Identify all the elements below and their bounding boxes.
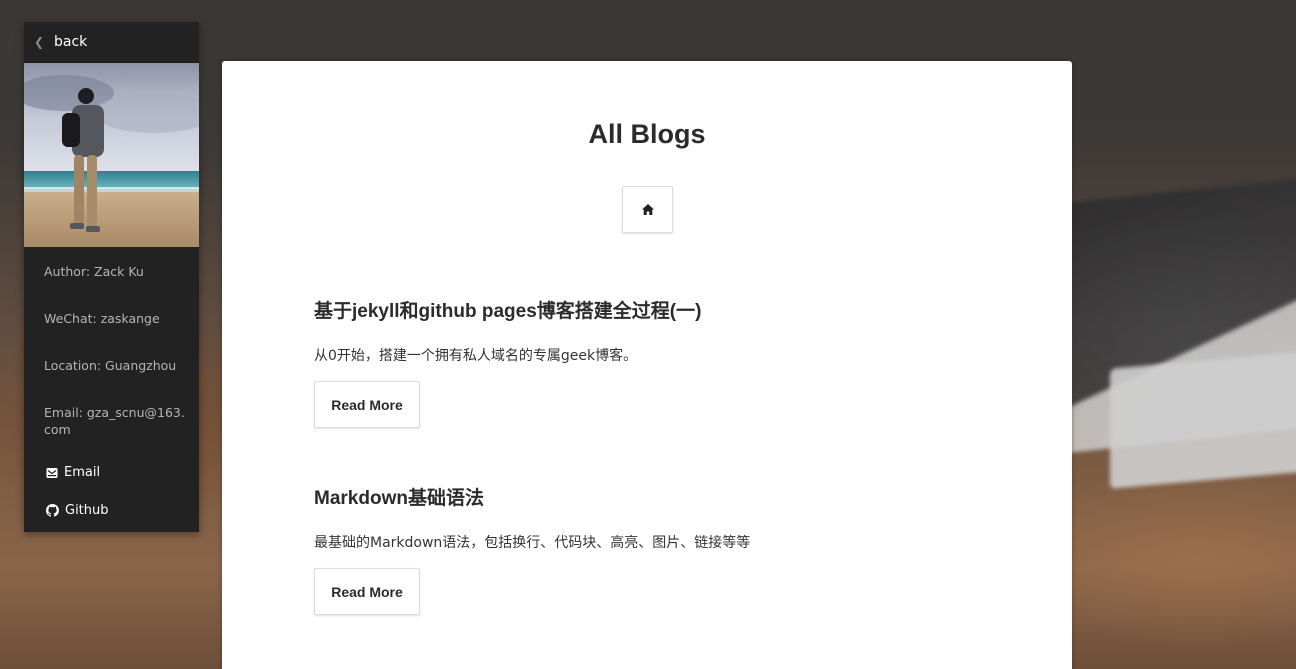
location-info: Location: Guangzhou (44, 358, 177, 373)
github-link[interactable]: Github (24, 503, 199, 518)
post-title[interactable]: Markdown基础语法 (314, 484, 1014, 514)
home-button[interactable] (622, 186, 673, 233)
wechat-info: WeChat: zaskange (44, 311, 160, 326)
envelope-icon (46, 467, 58, 478)
page-title: All Blogs (588, 119, 706, 149)
github-link-label: Github (65, 503, 109, 518)
chevron-left-icon: ❮ (34, 35, 45, 49)
background-trackpad (1110, 351, 1296, 489)
post-item: 基于jekyll和github pages博客搭建全过程(一) 从0开始，搭建一… (314, 297, 1014, 428)
home-icon (641, 204, 654, 215)
read-more-button[interactable]: Read More (314, 381, 420, 428)
post-excerpt: 从0开始，搭建一个拥有私人域名的专属geek博客。 (314, 348, 638, 364)
read-more-button[interactable]: Read More (314, 568, 420, 615)
author-info: Author: Zack Ku (44, 264, 144, 279)
avatar (24, 63, 199, 247)
email-link[interactable]: Email (24, 465, 199, 480)
post-item: Markdown基础语法 最基础的Markdown语法，包括换行、代码块、高亮、… (314, 484, 1014, 615)
sidebar: ❮ back Author: Zack Ku WeChat: zaskange … (24, 22, 199, 532)
post-title[interactable]: 基于jekyll和github pages博客搭建全过程(一) (314, 297, 1014, 327)
back-button[interactable]: ❮ back (24, 22, 199, 63)
email-info: Email: gza_scnu@163.com (44, 405, 185, 437)
back-label: back (54, 34, 88, 50)
email-link-label: Email (64, 465, 101, 480)
post-excerpt: 最基础的Markdown语法，包括换行、代码块、高亮、图片、链接等等 (314, 535, 751, 551)
blog-list-card: All Blogs 基于jekyll和github pages博客搭建全过程(一… (222, 61, 1072, 669)
github-icon (46, 504, 59, 517)
